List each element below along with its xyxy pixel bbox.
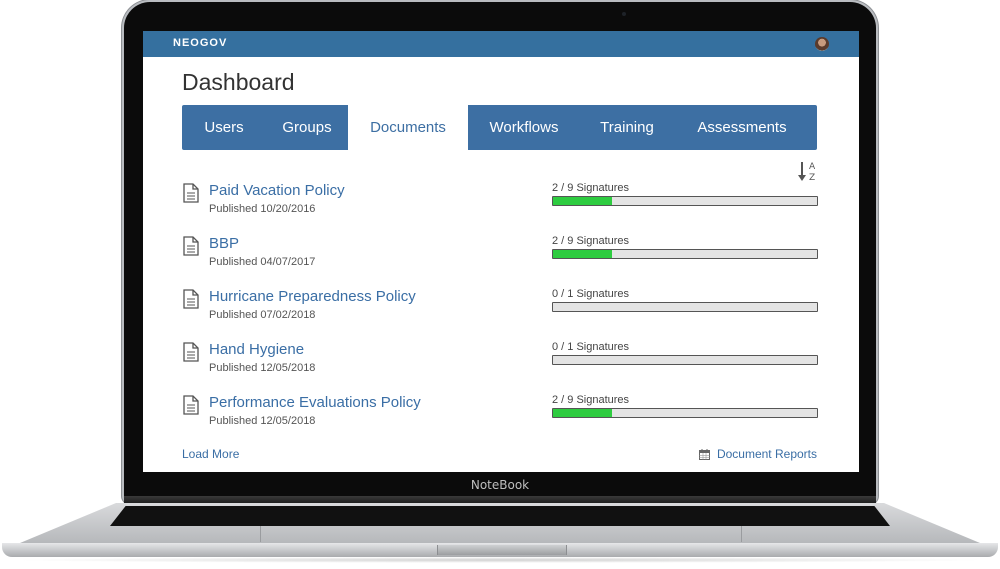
document-published-date: Published 04/07/2017	[209, 256, 316, 268]
document-title-link[interactable]: Paid Vacation Policy	[209, 182, 345, 199]
tab-users[interactable]: Users	[182, 105, 266, 150]
signature-progress-fill	[553, 409, 612, 417]
document-reports-label: Document Reports	[716, 447, 817, 461]
signature-progress-bar	[552, 302, 818, 312]
document-title-link[interactable]: BBP	[209, 235, 239, 252]
document-published-date: Published 12/05/2018	[209, 362, 316, 374]
tab-training[interactable]: Training	[580, 105, 674, 150]
signature-progress-bar	[552, 249, 818, 259]
document-list: Paid Vacation Policy Published 10/20/201…	[182, 179, 818, 444]
document-row: Hurricane Preparedness Policy Published …	[182, 285, 818, 338]
page-title: Dashboard	[182, 69, 295, 95]
brand-logo[interactable]: NEOGOV	[173, 37, 227, 49]
signature-count: 2 / 9 Signatures	[552, 182, 630, 194]
signature-progress-bar	[552, 196, 818, 206]
signature-progress-bar	[552, 408, 818, 418]
tab-documents[interactable]: Documents	[348, 105, 468, 150]
document-icon	[183, 183, 199, 203]
main-tabs: Users Groups Documents Workflows Trainin…	[182, 105, 817, 150]
document-title-link[interactable]: Hurricane Preparedness Policy	[209, 288, 416, 305]
top-bar: NEOGOV	[143, 31, 859, 57]
document-reports-link[interactable]: Document Reports	[698, 447, 817, 461]
document-row: Performance Evaluations Policy Published…	[182, 391, 818, 444]
signature-progress-bar	[552, 355, 818, 365]
svg-text:A: A	[809, 162, 816, 172]
tab-workflows[interactable]: Workflows	[468, 105, 580, 150]
laptop-shadow	[10, 557, 990, 563]
document-row: Hand Hygiene Published 12/05/2018 0 / 1 …	[182, 338, 818, 391]
document-published-date: Published 12/05/2018	[209, 415, 316, 427]
camera	[622, 12, 626, 16]
document-title-link[interactable]: Hand Hygiene	[209, 341, 304, 358]
laptop-notch	[437, 545, 567, 555]
screen: NEOGOV Dashboard Users Groups Documents …	[143, 31, 859, 472]
document-published-date: Published 07/02/2018	[209, 309, 316, 321]
signature-progress-fill	[553, 197, 612, 205]
tab-groups[interactable]: Groups	[266, 105, 348, 150]
signature-count: 2 / 9 Signatures	[552, 235, 630, 247]
laptop-hinge	[124, 496, 876, 504]
document-icon	[183, 395, 199, 415]
signature-count: 0 / 1 Signatures	[552, 341, 630, 353]
document-icon	[183, 342, 199, 362]
document-icon	[183, 236, 199, 256]
signature-progress-fill	[553, 250, 612, 258]
tab-assessments[interactable]: Assessments	[674, 105, 810, 150]
laptop-keyboard	[110, 506, 890, 526]
document-row: Paid Vacation Policy Published 10/20/201…	[182, 179, 818, 232]
calendar-icon	[698, 448, 710, 460]
document-row: BBP Published 04/07/2017 2 / 9 Signature…	[182, 232, 818, 285]
document-title-link[interactable]: Performance Evaluations Policy	[209, 394, 421, 411]
user-avatar[interactable]	[815, 37, 829, 51]
signature-count: 0 / 1 Signatures	[552, 288, 630, 300]
signature-count: 2 / 9 Signatures	[552, 394, 630, 406]
laptop-touchpad	[260, 526, 742, 542]
device-label: NoteBook	[470, 478, 530, 492]
load-more-link[interactable]: Load More	[182, 447, 239, 461]
document-icon	[183, 289, 199, 309]
document-published-date: Published 10/20/2016	[209, 203, 316, 215]
